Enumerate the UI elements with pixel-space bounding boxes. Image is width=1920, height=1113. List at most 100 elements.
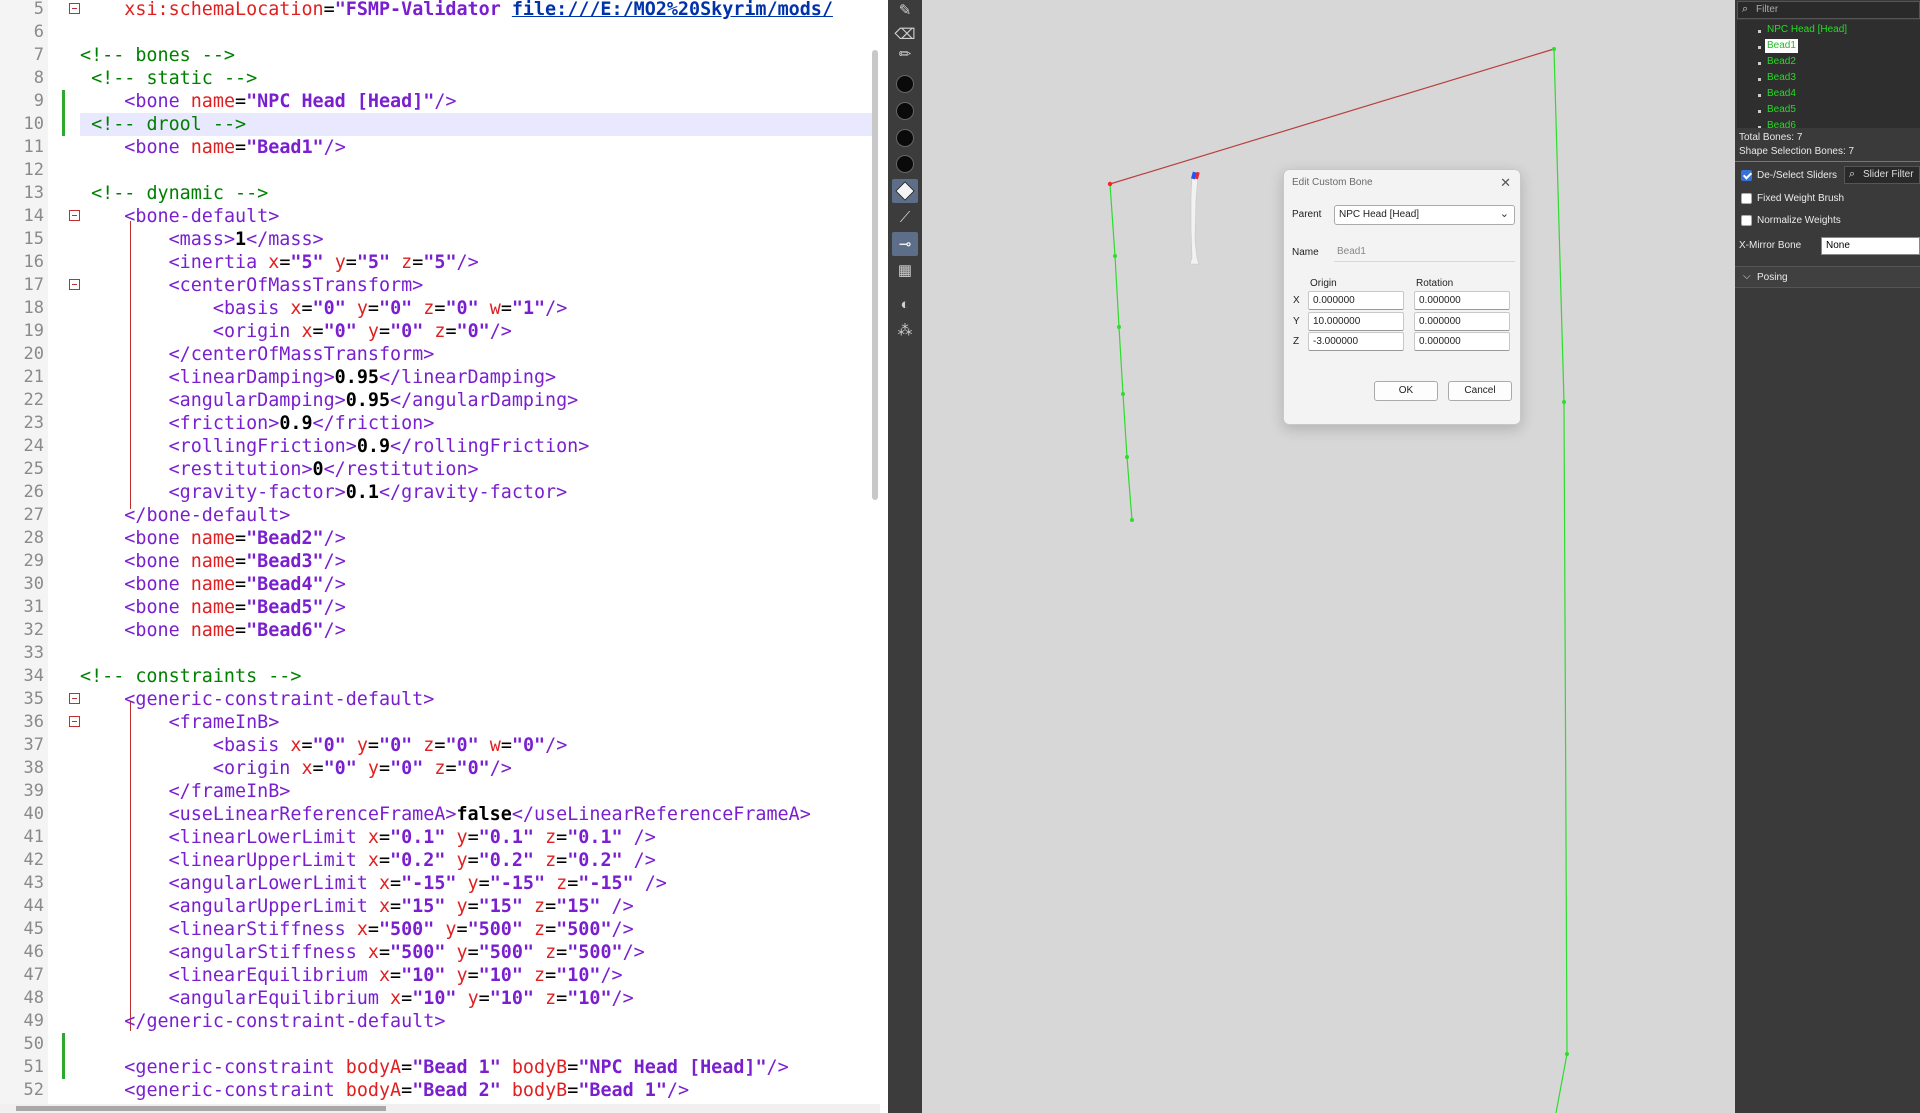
code-line[interactable]: 5 xsi:schemaLocation="FSMP-Validator fil…	[0, 0, 880, 21]
code-line[interactable]: 40 <useLinearReferenceFrameA>false</useL…	[0, 803, 880, 826]
cancel-button[interactable]: Cancel	[1448, 381, 1512, 401]
line-number: 5	[33, 0, 44, 19]
parent-select[interactable]: NPC Head [Head] ⌄	[1334, 205, 1515, 225]
code-line[interactable]: 26 <gravity-factor>0.1</gravity-factor>	[0, 481, 880, 504]
code-line[interactable]: 11 <bone name="Bead1"/>	[0, 136, 880, 159]
code-line[interactable]: 9 <bone name="NPC Head [Head]"/>	[0, 90, 880, 113]
bone-tree-item[interactable]: Bead5	[1765, 103, 1798, 117]
bone-filter-input[interactable]: ⌕ Filter	[1737, 1, 1920, 19]
code-line[interactable]: 46 <angularStiffness x="500" y="500" z="…	[0, 941, 880, 964]
origin-y-field[interactable]: 10.000000	[1308, 312, 1404, 331]
code-line[interactable]: 52 <generic-constraint bodyA="Bead 2" bo…	[0, 1079, 880, 1102]
code-line[interactable]: 28 <bone name="Bead2"/>	[0, 527, 880, 550]
slider-filter-input[interactable]: ⌕ Slider Filter	[1844, 166, 1920, 184]
code-line[interactable]: 22 <angularDamping>0.95</angularDamping>	[0, 389, 880, 412]
code-token: =	[567, 1080, 579, 1101]
code-line[interactable]: 8 <!-- static -->	[0, 67, 880, 90]
code-line[interactable]: 23 <friction>0.9</friction>	[0, 412, 880, 435]
code-line[interactable]: 14 <bone-default>	[0, 205, 880, 228]
code-line[interactable]: 39 </frameInB>	[0, 780, 880, 803]
code-line[interactable]: 44 <angularUpperLimit x="15" y="15" z="1…	[0, 895, 880, 918]
code-line[interactable]: 24 <rollingFriction>0.9</rollingFriction…	[0, 435, 880, 458]
code-line[interactable]: 42 <linearUpperLimit x="0.2" y="0.2" z="…	[0, 849, 880, 872]
code-line[interactable]: 41 <linearLowerLimit x="0.1" y="0.1" z="…	[0, 826, 880, 849]
rotation-x-field[interactable]: 0.000000	[1414, 291, 1510, 310]
code-token[interactable]: file:///E:/MO2%20Skyrim/mods/	[512, 0, 833, 20]
code-line[interactable]: 45 <linearStiffness x="500" y="500" z="5…	[0, 918, 880, 941]
dot-brush-icon[interactable]	[892, 72, 918, 96]
code-token: 0	[312, 459, 324, 480]
bone-tree-item[interactable]: NPC Head [Head]	[1765, 23, 1849, 37]
cluster-icon[interactable]: ⁂	[892, 318, 918, 342]
bone-tree-item[interactable]: Bead6	[1765, 119, 1798, 128]
code-line[interactable]: 35 <generic-constraint-default>	[0, 688, 880, 711]
code-token: </angularDamping>	[390, 390, 579, 411]
bone-edit-icon[interactable]: ⟋	[892, 205, 918, 229]
code-line[interactable]: 25 <restitution>0</restitution>	[0, 458, 880, 481]
xml-code-editor[interactable]: 5 xsi:schemaLocation="FSMP-Validator fil…	[0, 0, 880, 1113]
code-line[interactable]: 12	[0, 159, 880, 182]
fold-toggle-icon[interactable]	[69, 716, 80, 727]
rotation-z-field[interactable]: 0.000000	[1414, 332, 1510, 351]
dot-brush-icon[interactable]	[892, 152, 918, 176]
bone-tree-item-selected[interactable]: Bead1	[1765, 39, 1798, 53]
code-line[interactable]: 51 <generic-constraint bodyA="Bead 1" bo…	[0, 1056, 880, 1079]
code-line[interactable]: 36 <frameInB>	[0, 711, 880, 734]
code-line[interactable]: 37 <basis x="0" y="0" z="0" w="0"/>	[0, 734, 880, 757]
dot-brush-icon[interactable]	[892, 99, 918, 123]
code-line[interactable]: 17 <centerOfMassTransform>	[0, 274, 880, 297]
normalize-weights-checkbox[interactable]	[1741, 215, 1752, 226]
horizontal-scrollbar[interactable]	[16, 1106, 386, 1111]
code-line[interactable]: 15 <mass>1</mass>	[0, 228, 880, 251]
deselect-sliders-checkbox[interactable]	[1741, 170, 1752, 181]
close-icon[interactable]: ✕	[1500, 175, 1511, 191]
code-line[interactable]: 33	[0, 642, 880, 665]
fold-toggle-icon[interactable]	[69, 210, 80, 221]
code-line[interactable]: 43 <angularLowerLimit x="-15" y="-15" z=…	[0, 872, 880, 895]
xmirror-bone-select[interactable]: None	[1821, 237, 1920, 255]
code-line[interactable]: 27 </bone-default>	[0, 504, 880, 527]
grid-icon[interactable]: ▦	[892, 258, 918, 282]
code-line[interactable]: 49 </generic-constraint-default>	[0, 1010, 880, 1033]
code-line[interactable]: 29 <bone name="Bead3"/>	[0, 550, 880, 573]
code-line[interactable]: 20 </centerOfMassTransform>	[0, 343, 880, 366]
code-line[interactable]: 30 <bone name="Bead4"/>	[0, 573, 880, 596]
rotation-y-field[interactable]: 0.000000	[1414, 312, 1510, 331]
fold-toggle-icon[interactable]	[69, 693, 80, 704]
dot-brush-icon[interactable]	[892, 126, 918, 150]
pencil-icon[interactable]: ✏	[892, 42, 918, 66]
code-line[interactable]: 21 <linearDamping>0.95</linearDamping>	[0, 366, 880, 389]
code-line[interactable]: 48 <angularEquilibrium x="10" y="10" z="…	[0, 987, 880, 1010]
code-line[interactable]: 10 <!-- drool -->	[0, 113, 880, 136]
split-icon[interactable]: ◐	[892, 292, 918, 316]
bone-tool-icon[interactable]: ⊸	[892, 232, 918, 256]
code-line[interactable]: 47 <linearEquilibrium x="10" y="10" z="1…	[0, 964, 880, 987]
fold-toggle-icon[interactable]	[69, 279, 80, 290]
vertical-scrollbar[interactable]	[872, 50, 878, 500]
code-line[interactable]: 50	[0, 1033, 880, 1056]
bone-tree-item[interactable]: Bead2	[1765, 55, 1798, 69]
code-line[interactable]: 16 <inertia x="5" y="5" z="5"/>	[0, 251, 880, 274]
bone-tree-item[interactable]: Bead4	[1765, 87, 1798, 101]
select-cube-icon[interactable]	[892, 179, 918, 203]
code-line[interactable]: 32 <bone name="Bead6"/>	[0, 619, 880, 642]
fixed-weight-brush-checkbox[interactable]	[1741, 193, 1752, 204]
bone-tree-item[interactable]: Bead3	[1765, 71, 1798, 85]
fold-toggle-icon[interactable]	[69, 3, 80, 14]
ok-button[interactable]: OK	[1374, 381, 1438, 401]
brush-stroke-icon[interactable]: ✎	[892, 0, 918, 22]
code-line[interactable]: 18 <basis x="0" y="0" z="0" w="1"/>	[0, 297, 880, 320]
3d-viewport[interactable]: Edit Custom Bone ✕ Parent NPC Head [Head…	[922, 0, 1735, 1113]
code-line[interactable]: 7 <!-- bones -->	[0, 44, 880, 67]
code-line[interactable]: 34 <!-- constraints -->	[0, 665, 880, 688]
name-field[interactable]: Bead1	[1334, 242, 1515, 262]
code-line[interactable]: 19 <origin x="0" y="0" z="0"/>	[0, 320, 880, 343]
code-line[interactable]: 6	[0, 21, 880, 44]
code-line[interactable]: 38 <origin x="0" y="0" z="0"/>	[0, 757, 880, 780]
origin-x-field[interactable]: 0.000000	[1308, 291, 1404, 310]
code-text: <bone name="Bead5"/>	[80, 596, 872, 619]
code-line[interactable]: 13 <!-- dynamic -->	[0, 182, 880, 205]
code-line[interactable]: 31 <bone name="Bead5"/>	[0, 596, 880, 619]
posing-section-header[interactable]: ⌵ Posing	[1735, 266, 1920, 288]
origin-z-field[interactable]: -3.000000	[1308, 332, 1404, 351]
